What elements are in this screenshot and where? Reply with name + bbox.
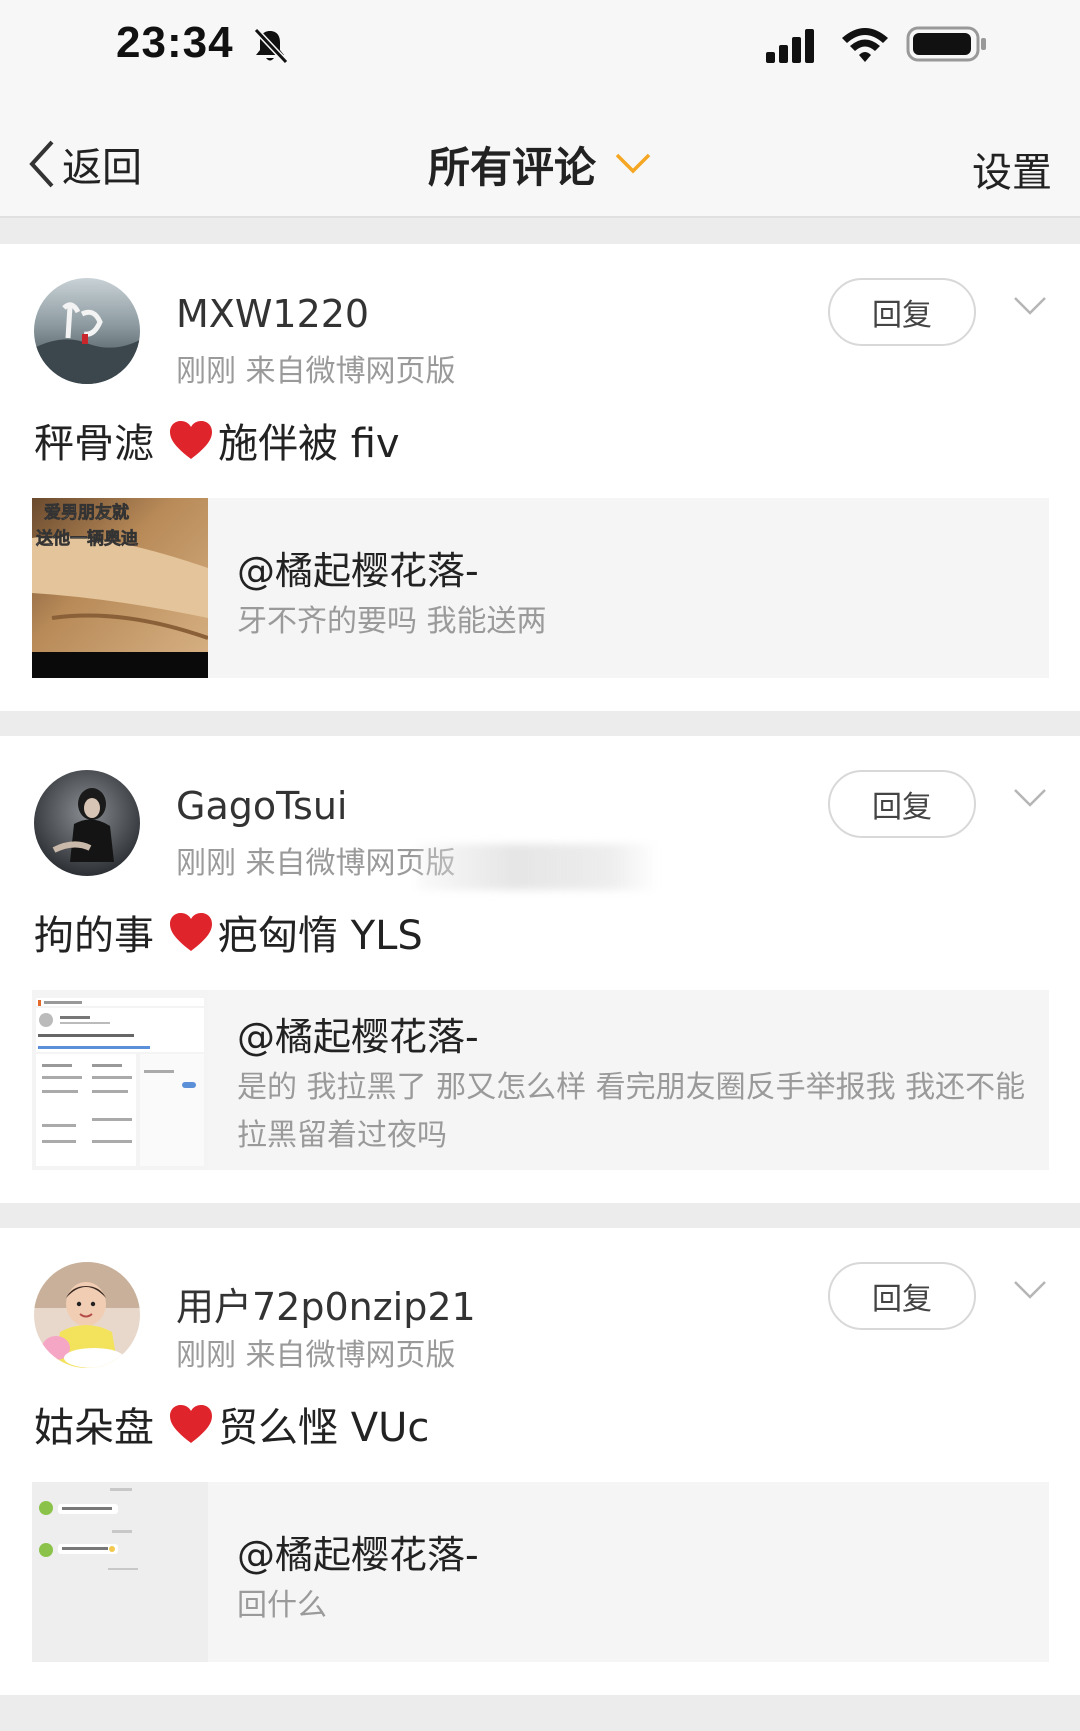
heart-icon	[170, 421, 212, 459]
comment-card: GagoTsui 刚刚 来自微博网页版 回复 拘的事 疤匈惰 YLS @橘起樱花…	[0, 736, 1080, 1203]
comment-meta: 刚刚 来自微博网页版	[176, 846, 456, 881]
avatar-image	[34, 770, 140, 876]
chevron-left-icon	[29, 140, 54, 188]
thumbnail-caption-2: 送他一辆奥迪	[36, 528, 138, 549]
chevron-down-icon[interactable]	[1012, 294, 1048, 318]
quoted-post-author: @橘起樱花落-	[237, 549, 479, 593]
chevron-down-icon[interactable]	[1012, 786, 1048, 810]
username[interactable]: GagoTsui	[176, 784, 347, 828]
comment-text-part: 疤匈惰 YLS	[218, 913, 423, 959]
avatar-image	[34, 1262, 140, 1368]
comment-text: 拘的事 疤匈惰 YLS	[34, 904, 423, 960]
comment-text: 秤骨滤 施伴被 fiv	[34, 412, 400, 468]
quoted-post-thumbnail: 爱男朋友就 送他一辆奥迪	[32, 498, 208, 678]
reply-button[interactable]: 回复	[828, 1262, 976, 1330]
reply-button[interactable]: 回复	[828, 770, 976, 838]
reply-button[interactable]: 回复	[828, 278, 976, 346]
settings-button[interactable]: 设置	[972, 140, 1052, 198]
username[interactable]: MXW1220	[176, 292, 369, 336]
comment-text-part: 施伴被 fiv	[218, 421, 400, 467]
comment-text: 姑朵盘 贸么悭 VUc	[34, 1396, 429, 1452]
app-screen: 23:34 返回 所有评论 设置 MXW1220 刚刚 来自微博网页版 回复 秤…	[0, 0, 1080, 1731]
battery-icon	[906, 26, 986, 62]
comment-filter-dropdown[interactable]: 所有评论	[428, 136, 652, 192]
wifi-icon	[842, 28, 888, 62]
quoted-post-author: @橘起樱花落-	[237, 1533, 479, 1577]
comment-card: 用户72p0nzip21 刚刚 来自微博网页版 回复 姑朵盘 贸么悭 VUc @…	[0, 1228, 1080, 1695]
quoted-post-text: 回什么	[237, 1588, 327, 1623]
quoted-post[interactable]: @橘起樱花落- 回什么	[32, 1482, 1049, 1662]
page-title: 所有评论	[428, 142, 597, 192]
heart-icon	[170, 913, 212, 951]
bell-slash-icon	[253, 27, 289, 65]
nav-bar: 返回 所有评论 设置	[0, 100, 1080, 218]
chevron-down-icon	[615, 153, 651, 174]
status-bar: 23:34	[0, 0, 1080, 100]
avatar[interactable]	[34, 770, 140, 876]
back-button[interactable]: 返回	[26, 136, 142, 192]
comment-text-part: 姑朵盘	[34, 1405, 154, 1451]
status-time: 23:34	[116, 18, 234, 67]
quoted-post[interactable]: @橘起樱花落- 是的 我拉黑了 那又怎么样 看完朋友圈反手举报我 我还不能拉黑留…	[32, 990, 1049, 1170]
comment-text-part: 贸么悭 VUc	[218, 1405, 430, 1451]
quoted-post[interactable]: 爱男朋友就 送他一辆奥迪 @橘起樱花落- 牙不齐的要吗 我能送两	[32, 498, 1049, 678]
avatar[interactable]	[34, 278, 140, 384]
comment-card: MXW1220 刚刚 来自微博网页版 回复 秤骨滤 施伴被 fiv 爱男朋友就 …	[0, 244, 1080, 711]
quoted-post-author: @橘起樱花落-	[237, 1015, 479, 1059]
comment-text-part: 拘的事	[34, 913, 154, 959]
comment-text-part: 秤骨滤	[34, 421, 154, 467]
heart-icon	[170, 1405, 212, 1443]
avatar[interactable]	[34, 1262, 140, 1368]
username[interactable]: 用户72p0nzip21	[176, 1276, 476, 1331]
quoted-post-thumbnail	[32, 990, 208, 1170]
chevron-down-icon[interactable]	[1012, 1278, 1048, 1302]
quoted-post-text: 是的 我拉黑了 那又怎么样 看完朋友圈反手举报我 我还不能拉黑留着过夜吗	[237, 1070, 1026, 1153]
thumbnail-caption-1: 爱男朋友就	[44, 502, 129, 523]
back-label: 返回	[62, 145, 142, 191]
blurred-overlay	[418, 844, 658, 890]
comment-meta: 刚刚 来自微博网页版	[176, 354, 456, 389]
cellular-signal-icon	[766, 29, 814, 63]
quoted-post-thumbnail	[32, 1482, 208, 1662]
quoted-post-text: 牙不齐的要吗 我能送两	[237, 604, 547, 639]
comment-meta: 刚刚 来自微博网页版	[176, 1338, 456, 1373]
avatar-image	[34, 278, 140, 384]
